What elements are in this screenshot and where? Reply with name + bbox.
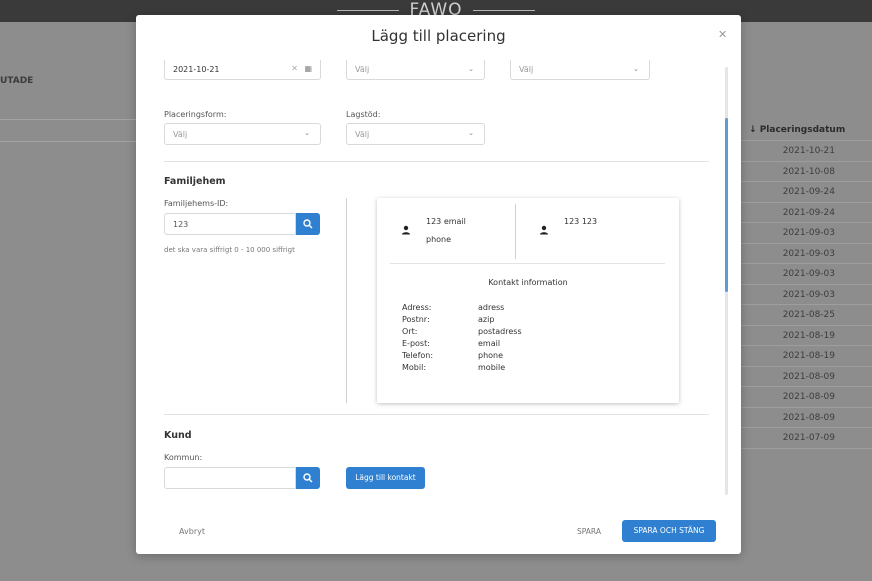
familjehem-title: Familjehem [164,176,226,187]
select-field-2[interactable]: Välj ⌄ [510,60,650,80]
table-row[interactable]: 2021-08-09 [741,387,872,408]
person-icon [540,225,548,235]
table-row[interactable]: 2021-08-09 [741,367,872,387]
modal-title: Lägg till placering [371,27,506,45]
select-value: Välj [519,65,534,74]
table-header-placeringsdatum[interactable]: ↓ Placeringsdatum [741,119,872,141]
clear-icon[interactable]: ✕ [291,64,298,73]
background-divider [0,119,136,120]
familjehem-search-button[interactable] [296,213,320,235]
chevron-down-icon: ⌄ [633,65,639,73]
chevron-down-icon: ⌄ [468,129,474,137]
contact-row-label: E-post: [402,339,430,348]
table-row[interactable]: 2021-08-25 [741,305,872,326]
table-row[interactable]: 2021-09-24 [741,203,872,223]
contact-row-value: phone [478,351,504,360]
table-row[interactable]: 2021-09-24 [741,182,872,203]
kommun-label: Kommun: [164,453,203,462]
save-and-close-button[interactable]: SPARA OCH STÄNG [622,520,716,542]
table-row[interactable]: 2021-09-03 [741,244,872,264]
section-divider [164,414,709,415]
cancel-button[interactable]: Avbryt [179,527,205,536]
table-row[interactable]: 2021-09-03 [741,223,872,244]
search-icon [303,219,313,229]
contact-row-label: Mobil: [402,363,427,372]
table-row[interactable]: 2021-09-03 [741,264,872,285]
background-divider [0,141,136,142]
person-icon [402,225,410,235]
lagstod-label: Lagstöd: [346,110,381,119]
contact-info-title: Kontakt information [488,278,568,287]
person1-line2: phone [426,235,452,244]
add-contact-button[interactable]: Lägg till kontakt [346,467,425,489]
person1-line1: 123 email [426,217,466,226]
table-row[interactable]: 2021-09-03 [741,285,872,305]
contact-row-label: Ort: [402,327,418,336]
table-row[interactable]: 2021-08-19 [741,346,872,367]
placeringsform-label: Placeringsform: [164,110,227,119]
familjehems-id-label: Familjehems-ID: [164,199,229,208]
kund-title: Kund [164,430,192,441]
section-divider [164,161,709,162]
select-field-1[interactable]: Välj ⌄ [346,60,485,80]
table-row[interactable]: 2021-10-08 [741,162,872,182]
select-value: Välj [173,130,188,139]
kommun-input[interactable] [164,467,296,489]
lagstod-select[interactable]: Välj ⌄ [346,123,485,145]
table-header-label: Placeringsdatum [759,125,846,135]
table-row[interactable]: 2021-10-21 [741,141,872,162]
kommun-search-button[interactable] [296,467,320,489]
search-icon [303,473,313,483]
table-row[interactable]: 2021-08-19 [741,326,872,346]
table-row[interactable]: 2021-07-09 [741,428,872,449]
contact-row-value: email [478,339,501,348]
chevron-down-icon: ⌄ [304,129,310,137]
save-button[interactable]: SPARA [577,527,601,536]
familjehems-id-input[interactable]: 123 [164,213,296,235]
chevron-down-icon: ⌄ [468,65,474,73]
select-value: Välj [355,65,370,74]
contact-row-label: Postnr: [402,315,430,324]
familjehems-id-hint: det ska vara siffrigt 0 - 10 000 siffrig… [164,246,295,254]
vertical-divider [346,198,347,403]
background-column-label: UTADE [0,76,34,86]
arrow-down-icon: ↓ [749,125,757,135]
calendar-icon[interactable]: ▦ [304,64,312,73]
card-divider [390,263,665,264]
familjehem-card: 123 email phone 123 123 Kontakt informat… [377,198,679,403]
close-icon[interactable]: ✕ [718,28,727,41]
background-table: ↓ Placeringsdatum 2021-10-21 2021-10-08 20… [741,119,872,449]
person2-line1: 123 123 [564,217,598,226]
contact-row-value: adress [478,303,505,312]
contact-row-value: postadress [478,327,522,336]
card-divider [515,204,516,259]
contact-row-value: mobile [478,363,506,372]
date-field[interactable]: 2021-10-21 ✕ ▦ [164,60,321,80]
select-value: Välj [355,130,370,139]
placeringsform-select[interactable]: Välj ⌄ [164,123,321,145]
date-value: 2021-10-21 [173,65,220,74]
table-row[interactable]: 2021-08-09 [741,408,872,428]
contact-row-label: Telefon: [402,351,434,360]
scrollbar-thumb[interactable] [725,118,728,292]
add-placement-modal: Lägg till placering ✕ 2021-10-21 ✕ ▦ Väl… [136,15,741,554]
contact-row-label: Adress: [402,303,432,312]
contact-row-value: azip [478,315,495,324]
